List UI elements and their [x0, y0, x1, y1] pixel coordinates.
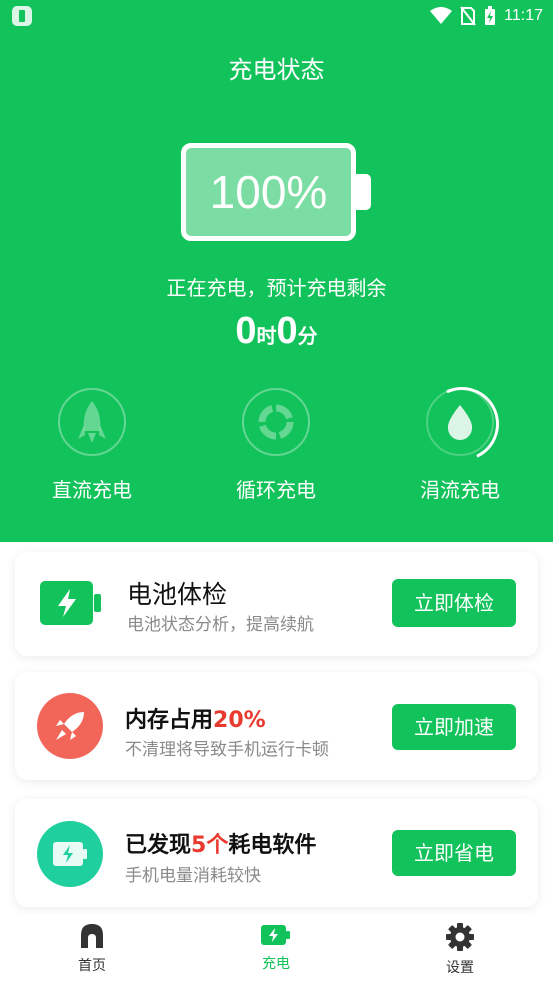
tab-label: 设置	[446, 960, 474, 976]
battery-indicator: 100%	[181, 143, 356, 241]
memory-percent: 20%	[213, 708, 266, 733]
mode-label: 直流充电	[52, 478, 132, 502]
rocket-icon	[56, 712, 84, 740]
minutes-unit: 分	[297, 324, 318, 348]
status-bar: 11:17	[0, 0, 553, 32]
card-title: 已发现5个耗电软件	[125, 833, 317, 858]
battery-status-icon	[485, 6, 496, 25]
battery-save-icon	[53, 842, 87, 866]
tab-label: 首页	[78, 958, 106, 974]
mode-circle	[242, 388, 310, 456]
charge-status-text: 正在充电，预计充电剩余	[166, 276, 387, 300]
home-icon	[81, 924, 103, 948]
battery-percent: 100%	[209, 166, 328, 218]
battery-save-icon-badge	[37, 821, 103, 887]
speed-up-button[interactable]: 立即加速	[392, 704, 516, 750]
card-subtitle: 不清理将导致手机运行卡顿	[125, 740, 329, 760]
hours-unit: 时	[256, 324, 277, 348]
tab-label: 充电	[262, 956, 290, 972]
droplet-icon	[447, 405, 473, 440]
battery-check-card: 电池体检 电池状态分析，提高续航 立即体检	[15, 552, 538, 656]
tab-settings[interactable]: 设置	[400, 923, 520, 977]
tab-home[interactable]: 首页	[32, 923, 152, 975]
charging-icon	[261, 925, 290, 945]
save-power-button[interactable]: 立即省电	[392, 830, 516, 876]
card-title: 电池体检	[127, 580, 228, 609]
app-notification-icon	[12, 6, 32, 26]
battery-tip	[356, 174, 371, 210]
remaining-time: 0时0分	[0, 310, 553, 353]
wifi-icon	[430, 7, 453, 24]
mode-circle	[58, 388, 126, 456]
card-subtitle: 电池状态分析，提高续航	[127, 615, 314, 635]
mode-label: 涓流充电	[420, 478, 500, 502]
remaining-minutes: 0	[276, 310, 298, 352]
rocket-icon-badge	[37, 693, 103, 759]
bottom-tab-bar: 首页 充电 设置	[0, 915, 553, 983]
card-subtitle: 手机电量消耗较快	[125, 866, 261, 886]
remaining-hours: 0	[235, 310, 257, 352]
mode-label: 循环充电	[236, 478, 316, 502]
memory-card: 内存占用20% 不清理将导致手机运行卡顿 立即加速	[15, 672, 538, 780]
mode-circle-active	[426, 388, 494, 456]
tab-charging[interactable]: 充电	[216, 923, 336, 973]
no-sim-icon	[460, 6, 476, 26]
gear-icon	[446, 923, 474, 951]
mode-trickle-charge[interactable]: 涓流充电	[390, 388, 530, 503]
power-saving-card: 已发现5个耗电软件 手机电量消耗较快 立即省电	[15, 799, 538, 907]
rocket-icon	[78, 401, 106, 443]
battery-charging-icon	[40, 581, 101, 625]
app-count: 5个	[191, 833, 229, 858]
mode-cycle-charge[interactable]: 循环充电	[206, 388, 346, 503]
card-title: 内存占用20%	[125, 708, 266, 733]
status-time: 11:17	[504, 7, 543, 24]
mode-dc-charge[interactable]: 直流充电	[22, 388, 162, 503]
page-title: 充电状态	[228, 56, 325, 84]
recycle-icon	[258, 404, 294, 440]
battery-check-button[interactable]: 立即体检	[392, 579, 516, 627]
